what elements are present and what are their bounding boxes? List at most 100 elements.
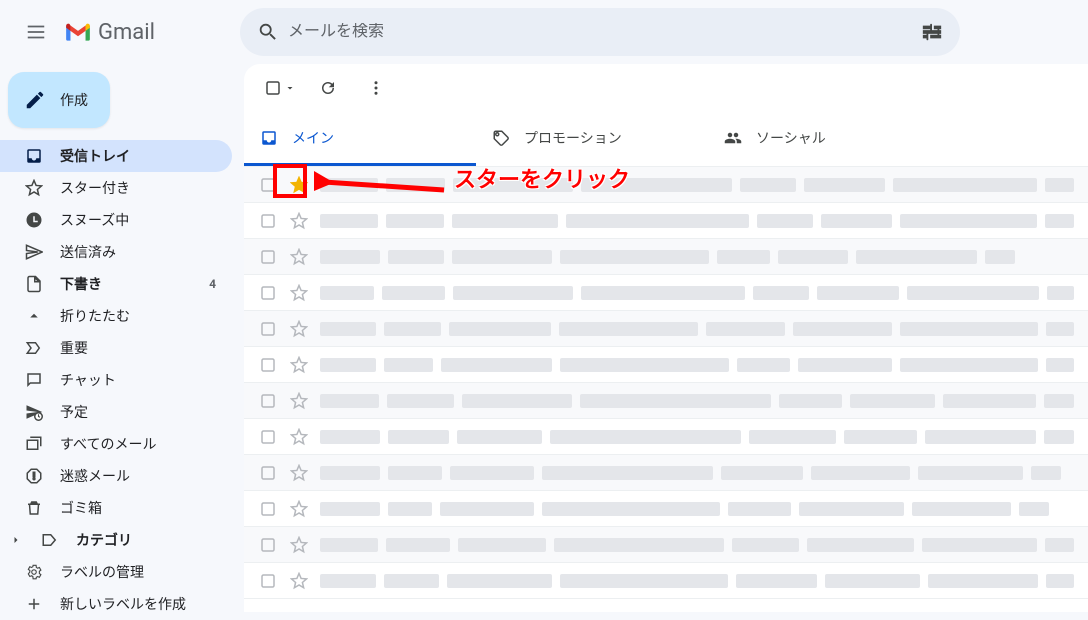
row-checkbox[interactable] bbox=[258, 283, 278, 303]
refresh-icon bbox=[319, 79, 337, 97]
sidebar-item-snoozed[interactable]: スヌーズ中 bbox=[0, 204, 232, 236]
sidebar-item-chat[interactable]: チャット bbox=[0, 364, 232, 396]
search-input[interactable] bbox=[288, 23, 912, 41]
newlabel-icon bbox=[24, 595, 44, 613]
message-row[interactable] bbox=[244, 527, 1088, 563]
row-checkbox[interactable] bbox=[258, 175, 278, 195]
message-row[interactable] bbox=[244, 455, 1088, 491]
row-content bbox=[320, 214, 1074, 228]
message-row[interactable] bbox=[244, 311, 1088, 347]
gmail-logo[interactable]: Gmail bbox=[64, 20, 240, 45]
snoozed-icon bbox=[24, 211, 44, 229]
row-star-button[interactable] bbox=[288, 390, 310, 412]
sidebar-item-newlabel[interactable]: 新しいラベルを作成 bbox=[0, 588, 232, 620]
sidebar-item-count: 4 bbox=[209, 277, 216, 291]
row-checkbox[interactable] bbox=[258, 211, 278, 231]
search-options-button[interactable] bbox=[912, 12, 952, 52]
message-row[interactable] bbox=[244, 383, 1088, 419]
sidebar-item-important[interactable]: 重要 bbox=[0, 332, 232, 364]
trash-icon bbox=[24, 499, 44, 517]
row-star-button[interactable] bbox=[288, 210, 310, 232]
row-content bbox=[320, 538, 1074, 552]
row-star-button[interactable] bbox=[288, 174, 310, 196]
gmail-logo-icon bbox=[64, 21, 92, 43]
sidebar-item-label: すべてのメール bbox=[60, 434, 216, 454]
row-checkbox[interactable] bbox=[258, 499, 278, 519]
hamburger-icon bbox=[25, 21, 47, 43]
message-row[interactable] bbox=[244, 563, 1088, 599]
compose-button[interactable]: 作成 bbox=[8, 72, 110, 128]
row-checkbox[interactable] bbox=[258, 247, 278, 267]
sidebar-item-allmail[interactable]: すべてのメール bbox=[0, 428, 232, 460]
row-star-button[interactable] bbox=[288, 318, 310, 340]
tab-label: メイン bbox=[292, 128, 334, 148]
row-star-button[interactable] bbox=[288, 354, 310, 376]
nav: 受信トレイスター付きスヌーズ中送信済み下書き4折りたたむ重要チャット予定すべての… bbox=[0, 140, 244, 620]
important-icon bbox=[24, 339, 44, 357]
row-star-button[interactable] bbox=[288, 282, 310, 304]
message-row[interactable] bbox=[244, 347, 1088, 383]
allmail-icon bbox=[24, 435, 44, 453]
categories-icon bbox=[40, 531, 60, 549]
row-star-button[interactable] bbox=[288, 570, 310, 592]
row-content bbox=[320, 250, 1074, 264]
tab-primary[interactable]: メイン bbox=[244, 112, 476, 166]
sidebar-item-spam[interactable]: 迷惑メール bbox=[0, 460, 232, 492]
select-all-button[interactable] bbox=[260, 75, 300, 101]
sent-icon bbox=[24, 243, 44, 261]
tab-social[interactable]: ソーシャル bbox=[708, 112, 940, 166]
row-checkbox[interactable] bbox=[258, 355, 278, 375]
message-row[interactable] bbox=[244, 275, 1088, 311]
sidebar-item-drafts[interactable]: 下書き4 bbox=[0, 268, 232, 300]
row-checkbox[interactable] bbox=[258, 319, 278, 339]
row-star-button[interactable] bbox=[288, 534, 310, 556]
row-star-button[interactable] bbox=[288, 426, 310, 448]
tab-label: ソーシャル bbox=[756, 128, 826, 148]
message-row[interactable] bbox=[244, 419, 1088, 455]
more-button[interactable] bbox=[356, 68, 396, 108]
header: Gmail bbox=[0, 0, 1088, 64]
row-checkbox[interactable] bbox=[258, 571, 278, 591]
sidebar-item-starred[interactable]: スター付き bbox=[0, 172, 232, 204]
row-content bbox=[320, 394, 1074, 408]
sidebar-item-label: 新しいラベルを作成 bbox=[60, 594, 216, 614]
sidebar-item-trash[interactable]: ゴミ箱 bbox=[0, 492, 232, 524]
row-content bbox=[320, 358, 1074, 372]
message-row[interactable] bbox=[244, 491, 1088, 527]
spam-icon bbox=[24, 467, 44, 485]
row-checkbox[interactable] bbox=[258, 535, 278, 555]
message-row[interactable] bbox=[244, 167, 1088, 203]
scheduled-icon bbox=[24, 403, 44, 421]
row-content bbox=[320, 430, 1074, 444]
tune-icon bbox=[921, 21, 943, 43]
row-checkbox[interactable] bbox=[258, 463, 278, 483]
sidebar-item-categories[interactable]: カテゴリ bbox=[0, 524, 232, 556]
row-content bbox=[320, 178, 1074, 192]
sidebar-item-scheduled[interactable]: 予定 bbox=[0, 396, 232, 428]
row-checkbox[interactable] bbox=[258, 427, 278, 447]
message-row[interactable] bbox=[244, 239, 1088, 275]
row-star-button[interactable] bbox=[288, 246, 310, 268]
sidebar-item-manage[interactable]: ラベルの管理 bbox=[0, 556, 232, 588]
row-star-button[interactable] bbox=[288, 462, 310, 484]
sidebar-item-label: ゴミ箱 bbox=[60, 498, 216, 518]
row-checkbox[interactable] bbox=[258, 391, 278, 411]
tab-promotions[interactable]: プロモーション bbox=[476, 112, 708, 166]
more-vert-icon bbox=[367, 79, 385, 97]
compose-label: 作成 bbox=[60, 90, 88, 110]
refresh-button[interactable] bbox=[308, 68, 348, 108]
row-content bbox=[320, 286, 1074, 300]
inbox-tabs: メイン プロモーション ソーシャル bbox=[244, 112, 1088, 167]
collapse-icon bbox=[24, 307, 44, 325]
search-button[interactable] bbox=[248, 12, 288, 52]
sidebar-item-inbox[interactable]: 受信トレイ bbox=[0, 140, 232, 172]
sidebar-item-collapse[interactable]: 折りたたむ bbox=[0, 300, 232, 332]
main: メインプロモーションソーシャル スターをクリック bbox=[244, 64, 1088, 612]
dropdown-icon bbox=[284, 82, 296, 94]
row-star-button[interactable] bbox=[288, 498, 310, 520]
main-menu-button[interactable] bbox=[12, 8, 60, 56]
row-content bbox=[320, 574, 1074, 588]
sidebar-item-sent[interactable]: 送信済み bbox=[0, 236, 232, 268]
row-content bbox=[320, 502, 1074, 516]
message-row[interactable] bbox=[244, 203, 1088, 239]
